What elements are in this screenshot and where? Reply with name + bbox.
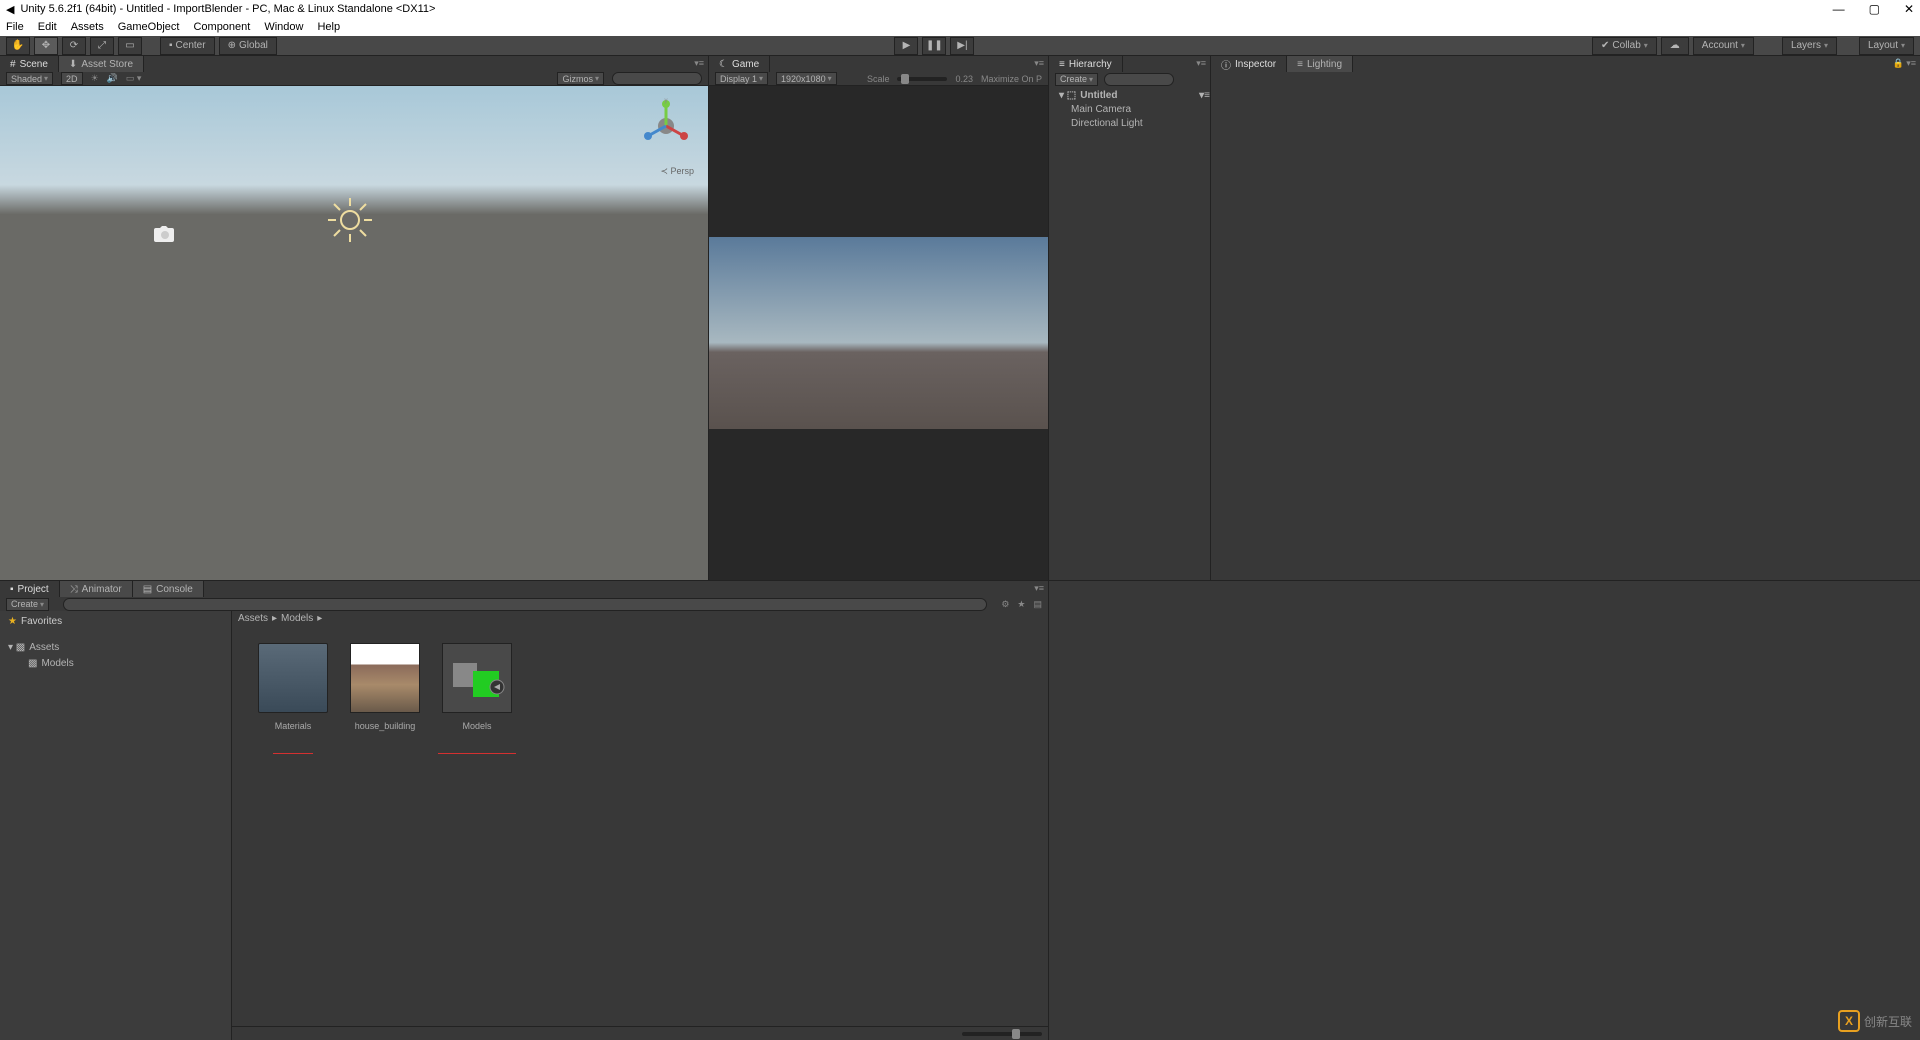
watermark-logo-icon: X [1838,1010,1860,1032]
lighting-toggle-icon[interactable]: ☀ [91,73,99,84]
filter-icon[interactable]: ⚙ [1001,599,1009,610]
panel-lock-icon[interactable]: 🔒 ▾≡ [1889,56,1920,72]
tree-assets[interactable]: ▾ ▩ Assets [0,639,231,655]
scene-search-input[interactable] [612,72,702,85]
asset-house-building[interactable]: house_building [350,643,420,731]
project-tree: ★Favorites ▾ ▩ Assets ▩ Models [0,611,232,1040]
folder-icon [258,643,328,713]
directional-light-gizmo[interactable] [326,196,374,244]
menu-bar: File Edit Assets GameObject Component Wi… [0,18,1920,36]
tree-favorites[interactable]: ★Favorites [0,613,231,629]
texture-thumbnail [350,643,420,713]
tab-inspector[interactable]: ⓘ Inspector [1211,56,1287,72]
tab-lighting[interactable]: ≡ Lighting [1287,56,1353,72]
menu-gameobject[interactable]: GameObject [118,21,180,33]
layers-dropdown[interactable]: Layers [1782,37,1837,55]
tab-project[interactable]: ▪ Project [0,581,60,597]
project-breadcrumb: Assets ▸ Models ▸ [232,611,1048,625]
camera-gizmo[interactable] [152,226,174,247]
orientation-gizmo[interactable]: y [638,98,694,154]
tab-console[interactable]: ▤ Console [133,581,204,597]
breadcrumb-assets[interactable]: Assets [238,613,268,624]
close-button[interactable]: ✕ [1904,2,1914,16]
main-toolbar: ✋ ✥ ⟳ ⤢ ▭ ▪ Center ⊕ Global ▶ ❚❚ ▶| ✔ Co… [0,36,1920,56]
asset-materials-folder[interactable]: Materials [258,643,328,754]
shading-dropdown[interactable]: Shaded [6,72,53,85]
svg-text:y: y [665,98,668,104]
menu-file[interactable]: File [6,21,24,33]
panel-menu-icon[interactable]: ▾≡ [1192,56,1210,72]
fx-toggle-icon[interactable]: ▭ ▾ [126,73,142,84]
menu-assets[interactable]: Assets [71,21,104,33]
tab-game[interactable]: ☾ Game [709,56,770,72]
hierarchy-directional-light[interactable]: Directional Light [1049,116,1210,130]
asset-models[interactable]: Models [442,643,512,754]
play-button[interactable]: ▶ [894,37,918,55]
save-search-icon[interactable]: ▤ [1033,599,1042,610]
project-search-input[interactable] [63,598,987,611]
rotate-tool-button[interactable]: ⟳ [62,37,86,55]
account-dropdown[interactable]: Account [1693,37,1754,55]
star-icon: ★ [8,616,17,627]
display-dropdown[interactable]: Display 1 [715,72,768,85]
annotation-underline [273,753,313,754]
maximize-toggle[interactable]: Maximize On P [981,74,1042,84]
model-thumbnail [442,643,512,713]
panel-menu-icon[interactable]: ▾≡ [690,56,708,72]
thumbnail-size-slider[interactable] [962,1032,1042,1036]
tab-scene[interactable]: # Scene [0,56,59,72]
annotation-underline [438,753,516,754]
rect-tool-button[interactable]: ▭ [118,37,142,55]
pause-button[interactable]: ❚❚ [922,37,946,55]
tree-models[interactable]: ▩ Models [0,655,231,671]
scale-label: Scale [867,74,890,84]
collab-dropdown[interactable]: ✔ Collab [1592,37,1657,55]
tab-asset-store[interactable]: ⬇ Asset Store [59,56,144,72]
scale-slider[interactable] [897,77,947,81]
window-title: Unity 5.6.2f1 (64bit) - Untitled - Impor… [20,3,435,15]
hand-tool-button[interactable]: ✋ [6,37,30,55]
hierarchy-create-dropdown[interactable]: Create [1055,73,1098,86]
audio-toggle-icon[interactable]: 🔊 [107,73,118,84]
move-tool-button[interactable]: ✥ [34,37,58,55]
hierarchy-main-camera[interactable]: Main Camera [1049,102,1210,116]
scale-value: 0.23 [955,74,973,84]
tab-hierarchy[interactable]: ≡ Hierarchy [1049,56,1123,72]
scale-tool-button[interactable]: ⤢ [90,37,114,55]
pivot-toggle[interactable]: ▪ Center [160,37,215,55]
cloud-button[interactable]: ☁ [1661,37,1689,55]
menu-component[interactable]: Component [193,21,250,33]
menu-edit[interactable]: Edit [38,21,57,33]
favorite-filter-icon[interactable]: ★ [1017,599,1025,610]
2d-toggle[interactable]: 2D [61,72,83,85]
step-button[interactable]: ▶| [950,37,974,55]
hierarchy-scene[interactable]: ▾ ⬚ Untitled▾≡ [1049,88,1210,102]
maximize-button[interactable]: ▢ [1869,2,1880,16]
menu-window[interactable]: Window [264,21,303,33]
breadcrumb-models[interactable]: Models [281,613,313,624]
resolution-dropdown[interactable]: 1920x1080 [776,72,837,85]
project-create-dropdown[interactable]: Create [6,598,49,611]
game-viewport [709,86,1048,580]
space-toggle[interactable]: ⊕ Global [219,37,277,55]
game-preview-render [709,237,1048,429]
panel-menu-icon[interactable]: ▾≡ [1030,56,1048,72]
gizmos-dropdown[interactable]: Gizmos [557,72,604,85]
menu-help[interactable]: Help [317,21,340,33]
watermark: X 创新互联 [1838,1010,1912,1032]
layout-dropdown[interactable]: Layout [1859,37,1914,55]
hierarchy-search-input[interactable] [1104,73,1174,86]
tab-animator[interactable]: ⤨ Animator [60,581,133,597]
unity-logo-icon: ◀ [6,3,14,16]
inspector-body [1211,72,1920,580]
projection-label[interactable]: ≺ Persp [660,166,694,177]
panel-menu-icon[interactable]: ▾≡ [1030,581,1048,597]
window-titlebar: ◀ Unity 5.6.2f1 (64bit) - Untitled - Imp… [0,0,1920,18]
right-bottom-empty [1048,580,1920,1040]
minimize-button[interactable]: — [1833,2,1845,16]
scene-viewport[interactable]: y ≺ Persp [0,86,708,580]
